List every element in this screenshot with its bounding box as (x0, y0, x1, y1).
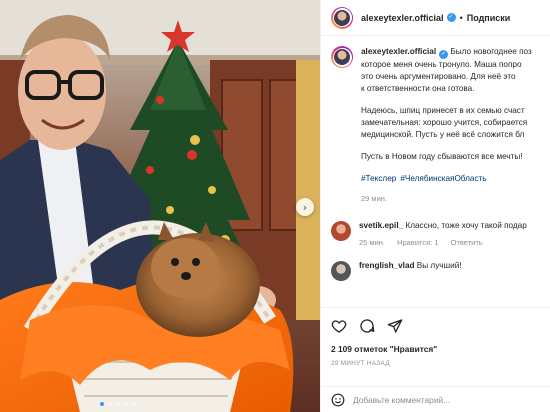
verified-badge-icon: ✓ (439, 50, 449, 59)
caption-username[interactable]: alexeytexler.official (361, 47, 436, 56)
verified-badge-icon: ✓ (446, 13, 456, 22)
hashtag-link[interactable]: #ЧелябинскаяОбласть (400, 174, 486, 183)
comment-icon[interactable] (359, 318, 375, 334)
caption-line: это очень аргументировано. Для неё это (361, 72, 516, 81)
caption-line: замечательная: хорошо учится, собирается (361, 118, 528, 127)
commenter-username[interactable]: svetik.epil_ (359, 221, 403, 230)
caption-line: Было новогоднее поз (450, 47, 532, 56)
commenter-avatar[interactable] (331, 221, 351, 241)
comment-text: Вы лучший! (416, 261, 462, 270)
emoji-icon[interactable] (331, 393, 345, 407)
hashtag-link[interactable]: #Текслер (361, 174, 396, 183)
share-icon[interactable] (387, 318, 403, 334)
carousel-dot (100, 402, 104, 406)
reply-button[interactable]: Ответить (451, 238, 483, 247)
post-photo[interactable]: › (0, 0, 320, 412)
photo-illustration (0, 0, 320, 412)
carousel-next-button[interactable]: › (296, 198, 314, 216)
post-caption: alexeytexler.official ✓ Было новогоднее п… (321, 36, 550, 205)
caption-line: которое меня очень тронуло. Маша попро (361, 60, 522, 69)
commenter-username[interactable]: frenglish_vlad (359, 261, 415, 270)
caption-time: 29 мин. (361, 194, 387, 203)
caption-line: Пусть в Новом году сбываются все мечты! (361, 152, 523, 161)
following-button[interactable]: Подписки (467, 13, 511, 23)
caption-line: Надеюсь, шпиц принесет в их семью счаст (361, 106, 525, 115)
hashtags: #Текслер #ЧелябинскаяОбласть (361, 173, 532, 185)
caption-line: к ответственности она готова. (361, 84, 475, 93)
caption-line: медицинской. Пусть у неё всё сложится бл (361, 130, 525, 139)
comment-item: frenglish_vlad Вы лучший! (321, 261, 550, 281)
chevron-right-icon: › (302, 200, 308, 214)
comment-item: svetik.epil_ Классно, тоже хочу такой по… (321, 221, 550, 247)
heart-icon[interactable] (331, 318, 347, 334)
header-separator: • (459, 12, 463, 23)
carousel-dot (124, 402, 128, 406)
likes-count[interactable]: 2 109 отметок "Нравится" (331, 344, 541, 354)
carousel-dot (116, 402, 120, 406)
post-header: alexeytexler.official ✓ • Подписки (321, 0, 550, 36)
post-actions-section: 2 109 отметок "Нравится" 29 МИНУТ НАЗАД (321, 307, 550, 367)
caption-author-avatar[interactable] (331, 46, 353, 68)
comment-text: Классно, тоже хочу такой подар (405, 221, 527, 230)
author-avatar[interactable] (331, 6, 353, 29)
comment-time: 25 мин. (359, 238, 385, 247)
action-bar (331, 316, 541, 336)
carousel-dot (132, 402, 136, 406)
instagram-post: › alexeytexler.official ✓ • Подписки ale… (0, 0, 550, 412)
carousel-dots (100, 402, 136, 406)
post-timestamp: 29 МИНУТ НАЗАД (331, 360, 390, 367)
add-comment-bar (321, 386, 550, 412)
comment-likes[interactable]: Нравится: 1 (397, 238, 438, 247)
commenter-avatar[interactable] (331, 261, 351, 281)
carousel-dot (108, 402, 112, 406)
comment-input[interactable] (353, 394, 533, 405)
author-username[interactable]: alexeytexler.official (361, 13, 444, 23)
post-side-panel: alexeytexler.official ✓ • Подписки alexe… (320, 0, 550, 412)
